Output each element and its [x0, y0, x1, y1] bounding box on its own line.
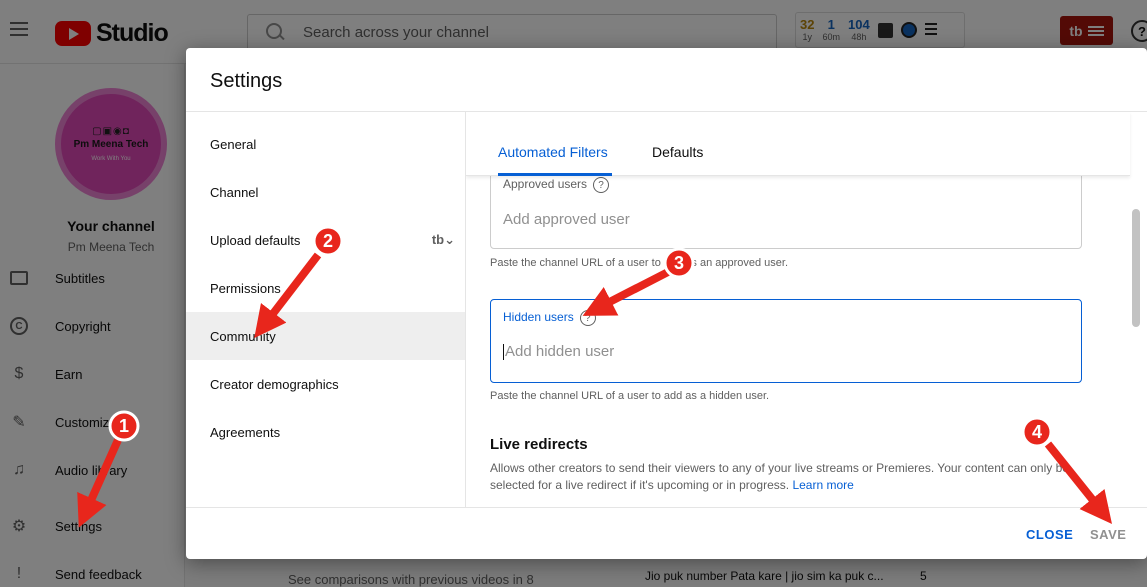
- help-icon[interactable]: ?: [593, 177, 610, 193]
- hidden-users-input[interactable]: Add hidden user: [503, 343, 615, 361]
- approved-users-label-text: Approved users: [503, 177, 588, 192]
- tab-bar: Automated Filters Defaults: [466, 112, 1130, 176]
- approved-users-helper: Paste the channel URL of a user to add a…: [490, 257, 789, 269]
- settings-nav-community[interactable]: Community: [186, 312, 465, 360]
- live-redirects-text: Allows other creators to send their view…: [490, 461, 1069, 492]
- settings-nav-channel[interactable]: Channel: [186, 168, 465, 216]
- active-tab-indicator: [498, 173, 612, 176]
- live-redirects-description: Allows other creators to send their view…: [490, 460, 1080, 494]
- help-icon[interactable]: ?: [579, 310, 596, 326]
- settings-content: Automated Filters Defaults Approved user…: [466, 112, 1147, 507]
- approved-users-label: Approved users?: [503, 177, 610, 193]
- live-redirects-title: Live redirects: [490, 436, 588, 453]
- tubebuddy-icon[interactable]: tb⌄: [432, 232, 455, 248]
- close-button[interactable]: CLOSE: [1026, 527, 1073, 542]
- settings-nav-creator-demographics[interactable]: Creator demographics: [186, 360, 465, 408]
- settings-nav-permissions[interactable]: Permissions: [186, 264, 465, 312]
- text-cursor: [503, 344, 504, 361]
- dialog-footer: CLOSE SAVE: [186, 507, 1147, 559]
- settings-nav-upload-defaults[interactable]: Upload defaults tb⌄: [186, 216, 465, 264]
- tab-automated-filters[interactable]: Automated Filters: [498, 144, 608, 160]
- settings-dialog: Settings General Channel Upload defaults…: [186, 48, 1147, 559]
- dialog-header: Settings: [186, 48, 1147, 112]
- learn-more-link[interactable]: Learn more: [792, 478, 853, 492]
- tab-defaults[interactable]: Defaults: [652, 144, 703, 160]
- settings-nav: General Channel Upload defaults tb⌄ Perm…: [186, 112, 466, 507]
- hidden-users-label: Hidden users?: [503, 310, 596, 326]
- save-button[interactable]: SAVE: [1090, 527, 1126, 542]
- approved-users-input[interactable]: Add approved user: [503, 211, 630, 228]
- dialog-title: Settings: [210, 70, 283, 92]
- hidden-users-field[interactable]: Hidden users? Add hidden user: [490, 299, 1082, 383]
- settings-nav-general[interactable]: General: [186, 120, 465, 168]
- hidden-users-label-text: Hidden users: [503, 310, 574, 325]
- hidden-users-placeholder: Add hidden user: [505, 343, 615, 360]
- scrollbar[interactable]: [1132, 209, 1140, 327]
- settings-nav-agreements[interactable]: Agreements: [186, 408, 465, 456]
- settings-nav-label: Upload defaults: [210, 232, 301, 248]
- hidden-users-helper: Paste the channel URL of a user to add a…: [490, 390, 770, 402]
